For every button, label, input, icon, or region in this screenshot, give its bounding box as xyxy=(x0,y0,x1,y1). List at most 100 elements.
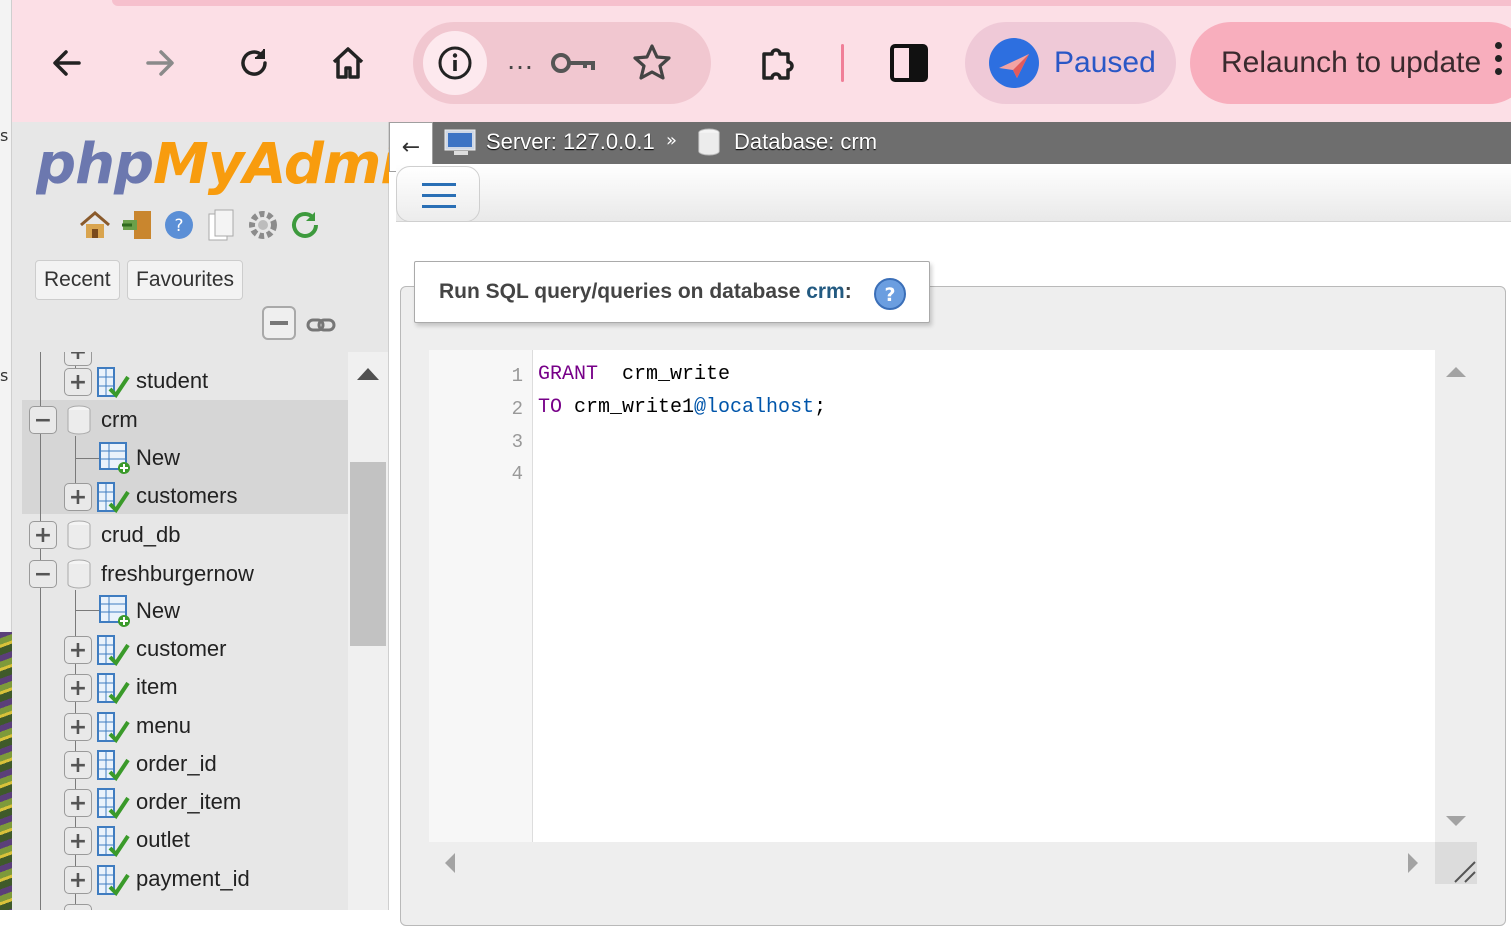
new-table-icon xyxy=(99,442,130,474)
desktop-wallpaper xyxy=(0,632,12,910)
expand-icon[interactable]: + xyxy=(64,827,92,855)
back-button[interactable] xyxy=(37,33,97,93)
table-icon xyxy=(97,367,130,399)
tree-item-new[interactable]: New xyxy=(136,593,180,629)
tab-favourites[interactable]: Favourites xyxy=(127,260,244,300)
code-line[interactable]: TO crm_write1@localhost; xyxy=(538,396,826,419)
editor-vertical-scrollbar[interactable] xyxy=(1435,350,1477,842)
desktop-edge: s s xyxy=(0,0,12,910)
navigation-scrollbar[interactable] xyxy=(348,352,388,910)
docs-icon[interactable] xyxy=(204,208,238,242)
scroll-left-arrow[interactable] xyxy=(445,853,455,873)
home-icon[interactable] xyxy=(78,208,112,242)
address-bar[interactable]: … xyxy=(413,22,711,104)
tree-item-database[interactable]: crud_db xyxy=(101,517,181,553)
collapsed-url[interactable]: … xyxy=(506,44,535,76)
relaunch-button[interactable]: Relaunch to update xyxy=(1190,22,1511,104)
expand-icon[interactable]: + xyxy=(64,713,92,741)
sql-identifier: crm_write xyxy=(598,363,731,386)
pma-logo[interactable]: phpMyAdmin xyxy=(36,132,389,197)
reload-button[interactable] xyxy=(224,33,284,93)
table-name: student xyxy=(136,368,209,393)
side-panel-icon xyxy=(890,44,928,82)
sql-keyword: TO xyxy=(538,396,563,419)
table-icon xyxy=(97,788,130,820)
scroll-right-arrow[interactable] xyxy=(1408,853,1418,873)
home-button[interactable] xyxy=(318,33,378,93)
tree-line xyxy=(75,458,99,459)
key-icon xyxy=(551,53,595,73)
tree-line xyxy=(75,610,99,611)
expand-icon[interactable]: + xyxy=(29,521,57,549)
breadcrumb-separator: » xyxy=(666,130,678,151)
collapse-icon[interactable]: − xyxy=(29,406,57,434)
collapse-all-button[interactable] xyxy=(262,306,296,340)
tree-item-new[interactable]: New xyxy=(136,440,180,476)
help-icon[interactable]: ? xyxy=(873,277,907,316)
expand-icon[interactable]: + xyxy=(64,636,92,664)
info-icon xyxy=(438,46,472,80)
pma-navigation-panel: phpMyAdmin ? Recent Favourites + + stude… xyxy=(12,122,389,910)
tree-item-database[interactable]: crm xyxy=(101,402,138,438)
tree-item-database[interactable]: freshburgernow xyxy=(101,556,254,592)
editor-horizontal-scrollbar[interactable] xyxy=(429,842,1435,884)
logout-icon[interactable] xyxy=(120,208,154,242)
collapse-icon[interactable]: − xyxy=(29,560,57,588)
tab-recent[interactable]: Recent xyxy=(35,260,120,300)
expand-icon[interactable]: + xyxy=(64,483,92,511)
tree-item-table[interactable]: student xyxy=(136,363,208,399)
tree-item-table[interactable]: payment_id xyxy=(136,861,250,897)
site-info-button[interactable] xyxy=(423,31,487,95)
desktop-edge-text: s xyxy=(0,126,9,145)
tree-item-table[interactable]: order_item xyxy=(136,784,241,820)
bookmark-button[interactable] xyxy=(631,42,673,89)
tree-item-table[interactable]: menu xyxy=(136,708,191,744)
extensions-button[interactable] xyxy=(748,33,808,93)
database-link[interactable]: crm xyxy=(806,280,845,303)
tree-item-table[interactable]: item xyxy=(136,669,178,705)
link-with-main-panel-icon[interactable] xyxy=(306,316,336,339)
password-key-button[interactable] xyxy=(549,48,597,83)
forward-button[interactable] xyxy=(130,33,190,93)
tree-item-table[interactable]: customers xyxy=(136,478,237,514)
expand-icon[interactable]: + xyxy=(64,368,92,396)
bookmark-star-icon xyxy=(633,44,671,80)
settings-icon[interactable] xyxy=(246,208,280,242)
line-number: 2 xyxy=(511,398,523,420)
more-menu-icon[interactable] xyxy=(1495,42,1503,81)
help-icon[interactable]: ? xyxy=(162,208,196,242)
scrollbar-thumb[interactable] xyxy=(350,462,386,646)
database-name: crud_db xyxy=(101,522,181,547)
svg-text:?: ? xyxy=(174,216,183,236)
reload-icon[interactable] xyxy=(288,208,322,242)
editor-resize-handle[interactable] xyxy=(1435,842,1477,884)
tree-item-table[interactable]: customer xyxy=(136,631,226,667)
table-icon xyxy=(97,482,130,514)
database-icon xyxy=(698,128,720,156)
table-name: payment_id xyxy=(136,866,250,891)
tree-item-table[interactable]: outlet xyxy=(136,822,190,858)
breadcrumb-database[interactable]: Database: crm xyxy=(696,127,877,157)
sql-host: @localhost xyxy=(694,396,815,419)
code-line[interactable]: GRANT crm_write xyxy=(538,363,730,386)
scroll-up-arrow[interactable] xyxy=(357,368,379,380)
expand-icon[interactable]: + xyxy=(64,751,92,779)
scroll-up-arrow[interactable] xyxy=(1446,367,1466,377)
sql-query-legend: Run SQL query/queries on database crm: ? xyxy=(414,261,930,323)
profile-button[interactable]: Paused xyxy=(965,22,1176,104)
expand-icon[interactable]: + xyxy=(64,674,92,702)
line-number: 4 xyxy=(511,463,523,485)
database-icon xyxy=(67,405,91,435)
tree-item-table[interactable]: order_id xyxy=(136,746,217,782)
expand-icon[interactable]: + xyxy=(64,789,92,817)
expand-icon[interactable]: + xyxy=(64,866,92,894)
breadcrumb-server[interactable]: Server: 127.0.0.1 xyxy=(444,127,655,157)
forward-arrow-icon xyxy=(146,50,174,76)
new-table-icon xyxy=(99,595,130,627)
menu-hamburger-button[interactable] xyxy=(396,166,480,222)
side-panel-button[interactable] xyxy=(879,33,939,93)
scroll-down-arrow[interactable] xyxy=(1446,816,1466,826)
profile-status-label: Paused xyxy=(1054,46,1156,79)
database-icon xyxy=(67,559,91,589)
sql-editor[interactable] xyxy=(429,350,1435,842)
